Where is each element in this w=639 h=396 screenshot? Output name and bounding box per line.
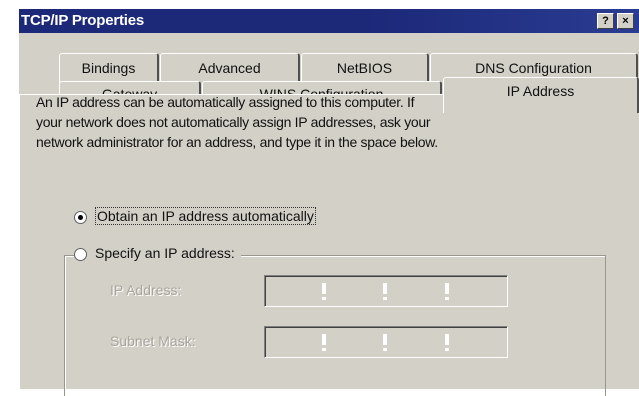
- tab-bindings-label: Bindings: [81, 60, 136, 76]
- radio-specify-ip[interactable]: Specify an IP address:: [74, 245, 241, 261]
- octet-separator: [445, 283, 449, 301]
- octet-separator: [322, 334, 326, 352]
- ip-address-input[interactable]: [264, 275, 508, 307]
- help-button[interactable]: ?: [597, 13, 614, 29]
- description-line: network administrator for an address, an…: [36, 134, 438, 150]
- radio-obtain-automatically[interactable]: Obtain an IP address automatically: [74, 207, 316, 225]
- title-bar: TCP/IP Properties ? ×: [19, 9, 639, 33]
- tab-advanced-label: Advanced: [198, 60, 261, 76]
- radio-button-unselected[interactable]: [74, 247, 87, 261]
- radio-obtain-label: Obtain an IP address automatically: [95, 207, 316, 225]
- radio-button-selected[interactable]: [74, 210, 87, 224]
- octet-separator: [383, 283, 387, 301]
- ip-description: An IP address can be automatically assig…: [36, 92, 616, 152]
- octet-separator: [445, 334, 449, 352]
- subnet-mask-label: Subnet Mask:: [110, 333, 196, 349]
- octet-separator: [322, 283, 326, 301]
- tab-netbios-label: NetBIOS: [336, 60, 393, 76]
- octet-separator: [383, 334, 387, 352]
- tab-advanced[interactable]: Advanced: [160, 53, 300, 83]
- tab-bindings[interactable]: Bindings: [59, 53, 159, 83]
- description-line: An IP address can be automatically assig…: [36, 94, 415, 110]
- radio-specify-label: Specify an IP address:: [95, 245, 235, 261]
- window-title: TCP/IP Properties: [21, 12, 145, 29]
- subnet-mask-input[interactable]: [264, 326, 508, 358]
- description-line: your network does not automatically assi…: [36, 114, 431, 130]
- tab-netbios[interactable]: NetBIOS: [301, 53, 429, 83]
- close-button[interactable]: ×: [617, 13, 634, 29]
- ip-address-label: IP Address:: [110, 282, 182, 298]
